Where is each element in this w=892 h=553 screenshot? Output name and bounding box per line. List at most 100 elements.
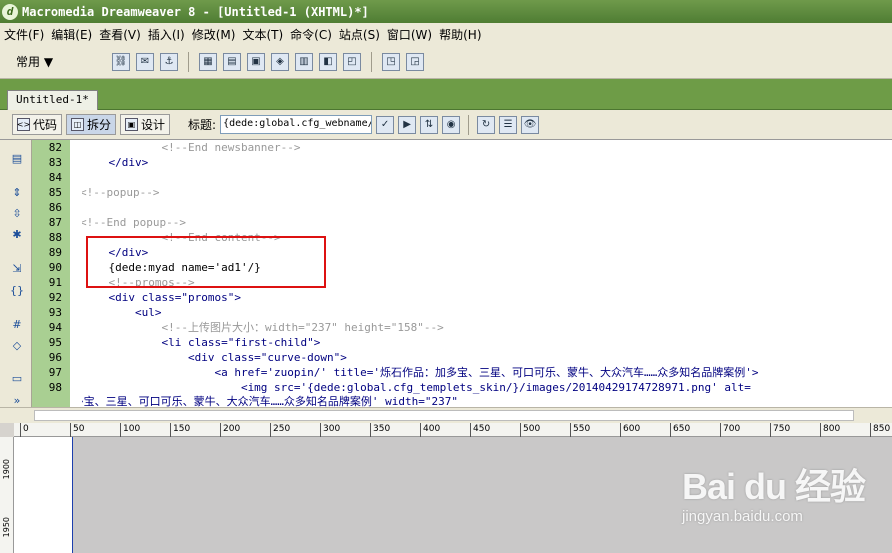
line-number: 91	[48, 276, 62, 289]
scrollbar-thumb[interactable]	[34, 410, 854, 421]
line-number: 96	[48, 351, 62, 364]
apply-comment-icon[interactable]: ▭	[9, 370, 25, 386]
menu-bar: 文件(F) 编辑(E) 查看(V) 插入(I) 修改(M) 文本(T) 命令(C…	[0, 23, 892, 45]
horizontal-scrollbar[interactable]	[0, 407, 892, 423]
code-view-button[interactable]: <> 代码	[12, 114, 63, 135]
menu-window[interactable]: 窗口(W)	[387, 26, 439, 43]
code-view[interactable]: ▤ ⇕ ⇳ ✱ ⇲ {} # ◇ ▭ » 82 83 84 85 86 87 8…	[0, 139, 892, 408]
ruler-label: 600	[620, 423, 640, 437]
insert-category-dropdown[interactable]: 常用 ▼	[16, 53, 96, 70]
visual-aids-icon[interactable]: 👁	[521, 115, 540, 134]
design-view-button[interactable]: ▣ 设计	[120, 114, 171, 135]
separator	[371, 51, 372, 72]
code-line: <!--上传图片大小：width="237" height="158"-->	[82, 321, 444, 334]
code-line: <!--End content-->	[82, 231, 281, 244]
ruler-label: 250	[270, 423, 290, 437]
code-line: <img src='{dede:global.cfg_templets_skin…	[82, 381, 751, 394]
design-canvas-page[interactable]	[14, 437, 72, 553]
document-tab[interactable]: Untitled-1*	[7, 90, 98, 110]
ruler-label: 650	[670, 423, 690, 437]
tag-chooser-icon[interactable]: ◲	[406, 52, 424, 71]
insert-category-label: 常用	[16, 55, 41, 69]
table-icon[interactable]: ▦	[199, 52, 217, 71]
templates-icon[interactable]: ◳	[382, 52, 400, 71]
title-input[interactable]: {dede:global.cfg_webname/	[220, 115, 373, 134]
highlight-invalid-icon[interactable]: ◇	[9, 337, 25, 353]
line-numbers-icon[interactable]: #	[9, 316, 25, 332]
named-anchor-icon[interactable]: ⚓	[160, 52, 178, 71]
line-number: 98	[48, 381, 62, 394]
code-line: <ul>	[82, 306, 162, 319]
server-include-icon[interactable]: ◧	[319, 52, 337, 71]
menu-view[interactable]: 查看(V)	[99, 26, 148, 43]
title-label: 标题:	[188, 118, 217, 132]
ruler-label: 400	[420, 423, 440, 437]
line-number: 89	[48, 246, 62, 259]
ruler-label: 100	[120, 423, 140, 437]
code-line: <!--End popup-->	[82, 216, 186, 229]
separator	[188, 51, 189, 72]
line-number: 94	[48, 321, 62, 334]
ruler-label: 700	[720, 423, 740, 437]
preview-browser-icon[interactable]: ◉	[442, 115, 461, 134]
ruler-label: 50	[70, 423, 84, 437]
validate-icon[interactable]: ▶	[398, 115, 417, 134]
code-line: '烁石作品：加多宝、三星、可口可乐、蒙牛、大众汽车……众多知名品牌案例' wid…	[82, 395, 458, 408]
code-line: <div class="promos">	[82, 291, 241, 304]
select-parent-tag-icon[interactable]: ⇲	[9, 260, 25, 276]
code-line: <a href='zuopin/' title='烁石作品：加多宝、三星、可口可…	[82, 366, 759, 379]
code-line: </div>	[82, 246, 149, 259]
horizontal-ruler: 0 50 100 150 200 250 300 350 400 450 500…	[14, 423, 892, 437]
code-line: <li class="first-child">	[82, 336, 321, 349]
watermark-url-text: jingyan.baidu.com	[682, 508, 803, 525]
line-number: 84	[48, 171, 62, 184]
menu-modify[interactable]: 修改(M)	[192, 26, 243, 43]
split-view-button[interactable]: ◫ 拆分	[66, 114, 117, 135]
document-tab-bar: Untitled-1*	[0, 79, 892, 110]
menu-site[interactable]: 站点(S)	[339, 26, 387, 43]
media-icon[interactable]: ◈	[271, 52, 289, 71]
more-tools-icon[interactable]: »	[9, 392, 25, 408]
ruler-label: 350	[370, 423, 390, 437]
menu-commands[interactable]: 命令(C)	[290, 26, 339, 43]
baidu-jingyan-watermark: Bai du 经验 jingyan.baidu.com	[682, 458, 882, 543]
file-management-icon[interactable]: ⇅	[420, 115, 439, 134]
code-line: </div>	[82, 156, 149, 169]
layer-icon[interactable]: ▤	[223, 52, 241, 71]
code-line: <div class="curve-down">	[82, 351, 347, 364]
menu-insert[interactable]: 插入(I)	[148, 26, 192, 43]
menu-text[interactable]: 文本(T)	[242, 26, 290, 43]
document-toolbar: <> 代码 ◫ 拆分 ▣ 设计 标题: {dede:global.cfg_webnam…	[0, 110, 892, 139]
window-title: Macromedia Dreamweaver 8 - [Untitled-1 (…	[22, 4, 369, 19]
balance-braces-icon[interactable]: {}	[9, 282, 25, 298]
menu-file[interactable]: 文件(F)	[4, 26, 51, 43]
comment-icon[interactable]: ◰	[343, 52, 361, 71]
separator	[468, 114, 470, 135]
dreamweaver-logo-icon: d	[2, 3, 18, 20]
vertical-ruler: 1900 1950	[0, 437, 14, 553]
refresh-icon[interactable]: ↻	[477, 115, 496, 134]
code-view-icon: <>	[16, 118, 31, 131]
line-number: 90	[48, 261, 62, 274]
open-documents-icon[interactable]: ▤	[9, 150, 25, 166]
browser-check-icon[interactable]: ✓	[376, 115, 395, 134]
chevron-down-icon: ▼	[43, 55, 54, 69]
collapse-selection-icon[interactable]: ⇳	[9, 205, 25, 221]
ruler-label: 800	[820, 423, 840, 437]
view-options-icon[interactable]: ☰	[499, 115, 518, 134]
expand-all-icon[interactable]: ✱	[9, 226, 25, 242]
hyperlink-icon[interactable]: ⛓	[112, 52, 130, 71]
line-number: 85	[48, 186, 62, 199]
collapse-tag-icon[interactable]: ⇕	[9, 184, 25, 200]
design-view-icon: ▣	[125, 118, 139, 131]
date-icon[interactable]: ▥	[295, 52, 313, 71]
code-line: {dede:myad name='ad1'/}	[82, 261, 261, 274]
code-editor[interactable]: <!--End newsbanner--> </div> <!--popup--…	[82, 140, 892, 408]
menu-edit[interactable]: 编辑(E)	[51, 26, 99, 43]
menu-help[interactable]: 帮助(H)	[439, 26, 488, 43]
email-link-icon[interactable]: ✉	[136, 52, 154, 71]
code-line: <!--promos-->	[82, 276, 195, 289]
line-number: 92	[48, 291, 62, 304]
watermark-top-text: Bai du 经验	[682, 466, 866, 507]
image-icon[interactable]: ▣	[247, 52, 265, 71]
